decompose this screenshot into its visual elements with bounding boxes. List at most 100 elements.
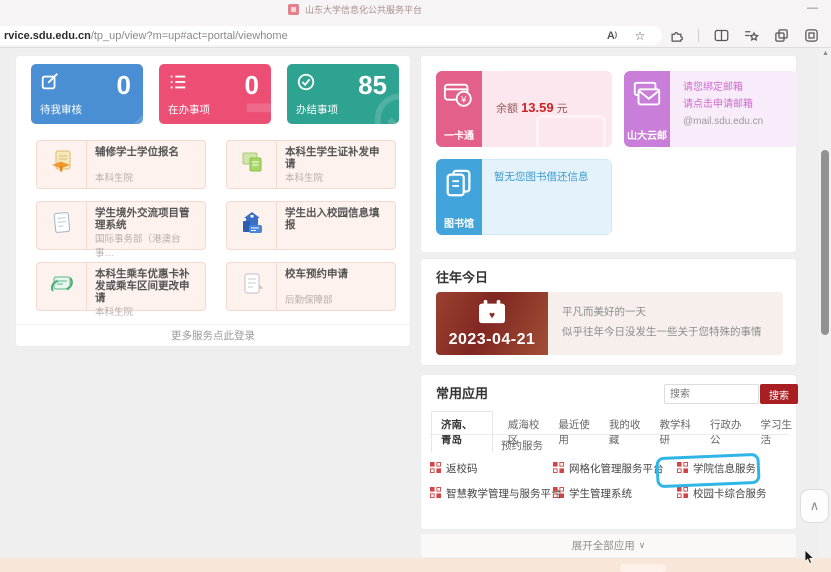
more-services-login-link[interactable]: 更多服务点此登录 — [16, 324, 410, 346]
address-bar[interactable]: rvice.sdu.edu.cn/tp_up/view?m=up#act=por… — [0, 26, 662, 45]
service-title: 本科生学生证补发申请 — [285, 146, 389, 170]
app-grid-icon — [430, 487, 441, 501]
service-title: 本科生乘车优惠卡补发或乘车区间更改申请 — [95, 268, 199, 304]
library-message: 暂无您图书借还信息 — [494, 169, 589, 184]
svg-text:¥: ¥ — [460, 94, 467, 105]
stat-label: 在办事项 — [168, 102, 210, 117]
my-affairs-panel: 0 待我审核 0 在办事项 85 办结事项 — [15, 55, 411, 347]
chevron-up-icon: ∧ — [810, 498, 820, 514]
history-line2: 似乎往年今日没发生一些关于您特殊的事情 — [562, 322, 783, 342]
mail-messages: 请您绑定邮箱 请点击申请邮箱 @mail.sdu.edu.cn — [683, 79, 763, 130]
calendar-heart-icon: ♥ — [476, 299, 508, 330]
mouse-cursor — [805, 550, 816, 570]
tab-recent[interactable]: 最近使用 — [556, 412, 594, 452]
info-cards-panel: ¥ 一卡通 余额 13.59 元 山大云邮 请您绑定邮箱 — [420, 55, 797, 253]
url-host: rvice.sdu.edu.cn — [4, 30, 91, 42]
app-link-smart-teaching[interactable]: 智慧教学管理与服务平台 — [430, 486, 562, 501]
mail-line1: 请您绑定邮箱 — [683, 79, 763, 96]
favorites-star-icon[interactable]: ☆ — [632, 28, 648, 44]
scrollbar-thumb[interactable] — [821, 150, 829, 335]
tab-teaching-research[interactable]: 教学科研 — [657, 412, 695, 452]
stat-value: 0 — [245, 70, 259, 101]
url-path: /tp_up/view?m=up#act=portal/viewhome — [91, 30, 288, 42]
stat-label: 办结事项 — [296, 102, 338, 117]
tab-study-life[interactable]: 学习生活 — [758, 412, 796, 452]
read-aloud-icon[interactable]: A) — [604, 28, 620, 44]
library-item[interactable]: 图书馆 暂无您图书借还信息 — [436, 159, 612, 235]
stat-card-pending-review[interactable]: 0 待我审核 — [31, 64, 143, 124]
stat-label: 待我审核 — [40, 102, 82, 117]
service-dept: 后勤保障部 — [285, 292, 389, 306]
browser-window: 山东大学信息化公共服务平台 — rvice.sdu.edu.cn/tp_up/v… — [0, 0, 831, 572]
apps-title: 常用应用 — [436, 383, 488, 402]
books-icon — [443, 168, 475, 205]
service-item-overseas-exchange[interactable]: 学生境外交流项目管理系统国际事务部（港澳台事… — [36, 201, 206, 250]
common-apps-panel: 常用应用 搜索 济南、青岛 威海校区 最近使用 我的收藏 教学科研 行政办公 学… — [420, 374, 797, 530]
apps-search-input[interactable] — [664, 384, 759, 404]
extensions-icon[interactable] — [668, 28, 684, 44]
service-dept: 本科生院 — [95, 170, 199, 184]
window-minimize-button[interactable]: — — [807, 2, 818, 14]
taskbar-strip — [0, 558, 831, 572]
card-recycle-icon — [49, 271, 75, 302]
card-watermark — [536, 115, 606, 147]
scroll-to-top-button[interactable]: ∧ — [800, 489, 829, 523]
app-link-campus-card-service[interactable]: 校园卡综合服务 — [677, 486, 767, 501]
taskbar-pill — [620, 564, 666, 572]
service-title: 辅修学士学位报名 — [95, 146, 199, 158]
history-text: 平凡而美好的一天 似乎往年今日没发生一些关于您特殊的事情 — [548, 292, 783, 355]
cloud-mail-item[interactable]: 山大云邮 请您绑定邮箱 请点击申请邮箱 @mail.sdu.edu.cn — [624, 71, 798, 147]
service-item-campus-entry-report[interactable]: 学生出入校园信息填报 — [226, 201, 396, 250]
tab-favorites[interactable]: 我的收藏 — [607, 412, 645, 452]
app-link-student-management[interactable]: 学生管理系统 — [553, 486, 632, 501]
chevron-down-icon: ∨ — [639, 540, 646, 551]
campus-card-label: 一卡通 — [444, 127, 474, 142]
tab-divider — [429, 434, 789, 435]
document-icon — [49, 210, 75, 241]
mail-icon — [631, 80, 663, 115]
app-link-return-code[interactable]: 返校码 — [430, 461, 478, 476]
service-title: 学生境外交流项目管理系统 — [95, 207, 199, 231]
browser-tab[interactable]: 山东大学信息化公共服务平台 — [288, 3, 422, 16]
service-dept: 本科生院 — [285, 170, 389, 184]
tab-jinan-qingdao[interactable]: 济南、青岛 — [431, 411, 493, 453]
id-cards-icon — [239, 149, 265, 180]
browser-tab-bar: 山东大学信息化公共服务平台 — — [0, 0, 831, 22]
scrollbar-up-arrow[interactable]: ▲ — [822, 50, 829, 57]
tab-booking-services[interactable]: 预约服务 — [501, 438, 543, 453]
service-item-minor-degree[interactable]: 辅修学士学位报名本科生院 — [36, 140, 206, 189]
split-screen-icon[interactable] — [713, 28, 729, 44]
service-item-bus-discount-card[interactable]: 本科生乘车优惠卡补发或乘车区间更改申请本科生院 — [36, 262, 206, 311]
app-grid-icon — [677, 487, 688, 501]
history-title: 往年今日 — [436, 267, 488, 286]
service-item-student-card-reissue[interactable]: 本科生学生证补发申请本科生院 — [226, 140, 396, 189]
history-line1: 平凡而美好的一天 — [562, 302, 783, 322]
stat-card-in-progress[interactable]: 0 在办事项 — [159, 64, 271, 124]
history-card[interactable]: ♥ 2023-04-21 平凡而美好的一天 似乎往年今日没发生一些关于您特殊的事… — [436, 292, 783, 355]
service-dept: 国际事务部（港澳台事… — [95, 231, 199, 259]
service-title: 校车预约申请 — [285, 268, 389, 280]
history-date-box: ♥ 2023-04-21 — [436, 292, 548, 355]
mail-line2[interactable]: 请点击申请邮箱 — [683, 96, 763, 113]
collections-icon[interactable] — [773, 28, 789, 44]
app-link-grid-management[interactable]: 网格化管理服务平台 — [553, 461, 664, 476]
browser-app-icon[interactable] — [803, 28, 819, 44]
stat-card-completed[interactable]: 85 办结事项 — [287, 64, 399, 124]
tab-admin-office[interactable]: 行政办公 — [708, 412, 746, 452]
cloud-mail-label: 山大云邮 — [627, 127, 667, 142]
library-label: 图书馆 — [444, 215, 474, 230]
expand-all-apps-button[interactable]: 展开全部应用 ∨ — [420, 533, 797, 558]
history-date: 2023-04-21 — [449, 331, 536, 349]
favorites-bar-icon[interactable] — [743, 28, 759, 44]
campus-card-item[interactable]: ¥ 一卡通 余额 13.59 元 — [436, 71, 612, 147]
service-item-school-bus-booking[interactable]: 校车预约申请后勤保障部 — [226, 262, 396, 311]
stat-value: 85 — [358, 70, 387, 101]
apps-search-button[interactable]: 搜索 — [760, 384, 798, 404]
graduation-doc-icon — [49, 149, 75, 180]
history-panel: 往年今日 ♥ 2023-04-21 平凡而美好的一天 似乎往年今日没发生一些关于… — [420, 258, 797, 366]
service-dept: 本科生院 — [95, 304, 199, 318]
mail-domain: @mail.sdu.edu.cn — [683, 113, 763, 130]
app-link-college-info-service[interactable]: 学院信息服务 — [677, 461, 756, 476]
list-icon — [168, 72, 188, 97]
balance-text: 余额 13.59 元 — [496, 100, 568, 116]
